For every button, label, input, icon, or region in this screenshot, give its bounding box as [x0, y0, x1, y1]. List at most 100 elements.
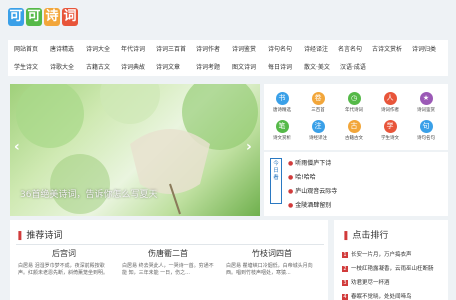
logo-char-4: 词 — [62, 8, 78, 26]
star-icon: ★ — [419, 92, 433, 105]
quick-link-ancient[interactable]: 古 古籍古文 — [342, 120, 366, 141]
poem-card[interactable]: 伤唐衢二首 白居易 终去哭此人，一哭诗一首。穷通不能 知，三年未能 一日，伤之.… — [122, 248, 214, 277]
quick-link-label: 年代诗词 — [345, 108, 363, 113]
quick-link-300[interactable]: 卷 三百首 — [306, 92, 330, 113]
quick-link-label: 诗文赏析 — [273, 136, 291, 141]
nav-item[interactable]: 诗词典故 — [121, 62, 145, 71]
nav-item[interactable]: 网站首页 — [14, 44, 38, 53]
quick-link-label: 学生诗文 — [381, 136, 399, 141]
quick-link-label: 诗句名句 — [417, 136, 435, 141]
poem-card[interactable]: 竹枝词四首 白居易 瞿塘峡口冷烟低，白帝城头月向西。唱到竹枝声咽处，寒猿... — [226, 248, 318, 277]
nav-row-1: 网站首页 唐诗精选 诗词大全 年代诗词 诗词三百首 诗词作者 诗词鉴赏 诗句名句… — [8, 44, 448, 60]
nav-item[interactable]: 诗词鉴赏 — [232, 44, 256, 53]
quick-link-analysis[interactable]: 笔 诗文赏析 — [270, 120, 294, 141]
site-logo[interactable]: 可 可 诗 词 — [8, 6, 86, 40]
nav-item[interactable]: 诗词三百首 — [156, 44, 186, 53]
rank-number: 2 — [342, 266, 348, 272]
hero-caption[interactable]: 36首绝美诗词，告诉你怎么写夏天 — [20, 187, 157, 200]
main-nav: 网站首页 唐诗精选 诗词大全 年代诗词 诗词三百首 诗词作者 诗词鉴赏 诗句名句… — [8, 40, 448, 76]
rank-number: 4 — [342, 294, 348, 300]
quick-link-label: 唐诗精选 — [273, 108, 291, 113]
rank-item[interactable]: 2 一枝红艳露凝香，云雨巫山枉断肠 — [342, 264, 434, 272]
quick-links-grid: 书 唐诗精选 卷 三百首 ◷ 年代诗词 人 诗词作者 ★ 诗词鉴赏 笔 诗文赏析… — [264, 84, 448, 150]
nav-item[interactable]: 学生诗文 — [14, 62, 38, 71]
ranking-title: 点击排行 — [352, 231, 389, 241]
scroll-icon: 卷 — [311, 92, 325, 105]
poem-excerpt: 白居易 终去哭此人，一哭诗一首。穷通不能 知，三年未能 一日，伤之... — [122, 263, 214, 276]
nav-item[interactable]: 唐诗精选 — [50, 44, 74, 53]
bullet-icon: ● — [288, 174, 294, 181]
note-icon: 注 — [311, 120, 325, 133]
nav-item[interactable]: 诗歌大全 — [50, 62, 74, 71]
bullet-icon: ● — [288, 202, 294, 209]
nav-item[interactable]: 诗经译注 — [304, 44, 328, 53]
nav-item[interactable]: 古诗文赏析 — [372, 44, 402, 53]
quick-link-label: 诗词鉴赏 — [417, 108, 435, 113]
scroll-icon: 古 — [347, 120, 361, 133]
quick-link-label: 诗经译注 — [309, 136, 327, 141]
section-title: ❚ 推荐诗词 — [16, 228, 62, 241]
today-tab[interactable]: 今日看 — [270, 158, 282, 204]
rank-text: 长安一片月，万户捣衣声 — [351, 252, 412, 258]
nav-item[interactable]: 名言名句 — [338, 44, 362, 53]
news-item-text: 金陵酒肆留别 — [295, 202, 332, 209]
quick-link-authors[interactable]: 人 诗词作者 — [378, 92, 402, 113]
poem-card[interactable]: 后宫词 白居易 泪湿罗巾梦不成，夜深前殿按歌声。红颜未老恩先断，斜倚薰笼坐到明。 — [18, 248, 110, 277]
news-item-text: 听雨僧庐下诗 — [295, 160, 332, 167]
quick-link-students[interactable]: 学 学生诗文 — [378, 120, 402, 141]
nav-item[interactable]: 图文诗词 — [232, 62, 256, 71]
rank-item[interactable]: 3 劝君更尽一杯酒 — [342, 278, 390, 286]
recommend-panel: ❚ 推荐诗词 后宫词 白居易 泪湿罗巾梦不成，夜深前殿按歌声。红颜未老恩先断，斜… — [10, 220, 328, 300]
nav-row-2: 学生诗文 诗歌大全 古籍古文 诗词典故 诗词文章 诗词考题 图文诗词 每日诗词 … — [8, 62, 448, 78]
clock-icon: ◷ — [347, 92, 361, 105]
hero-carousel[interactable]: ‹ › 36首绝美诗词，告诉你怎么写夏天 — [10, 84, 260, 216]
flag-icon: ❚ — [16, 231, 24, 241]
quick-link-quotes[interactable]: 句 诗句名句 — [414, 120, 438, 141]
ranking-panel: ❚ 点击排行 1 长安一片月，万户捣衣声 2 一枝红艳露凝香，云雨巫山枉断肠 3 劝君… — [334, 220, 448, 300]
rank-number: 1 — [342, 252, 348, 258]
pen-icon: 笔 — [275, 120, 289, 133]
logo-char-3: 诗 — [44, 8, 60, 26]
poem-title[interactable]: 后宫词 — [18, 248, 110, 259]
section-title: ❚ 点击排行 — [342, 228, 388, 241]
quote-icon: 句 — [419, 120, 433, 133]
bullet-icon: ● — [288, 188, 294, 195]
recommend-title: 推荐诗词 — [26, 231, 63, 241]
student-icon: 学 — [383, 120, 397, 133]
nav-item[interactable]: 诗句名句 — [268, 44, 292, 53]
rank-item[interactable]: 1 长安一片月，万户捣衣声 — [342, 250, 412, 258]
quick-link-tang-poems[interactable]: 书 唐诗精选 — [270, 92, 294, 113]
rank-text: 一枝红艳露凝香，云雨巫山枉断肠 — [351, 266, 434, 272]
news-item-text: 庐山观音云际寺 — [295, 188, 338, 195]
news-item[interactable]: ● 听雨僧庐下诗 — [288, 158, 331, 167]
nav-item[interactable]: 年代诗词 — [121, 44, 145, 53]
news-item[interactable]: ● 金陵酒肆留别 — [288, 200, 331, 209]
divider — [16, 244, 324, 245]
rank-item[interactable]: 4 春眠不觉晓，处处闻啼鸟 — [342, 292, 412, 300]
logo-char-1: 可 — [8, 8, 24, 26]
today-news-panel: 今日看 ● 听雨僧庐下诗 ● 哈!哈哈 ● 庐山观音云际寺 ● 金陵酒肆留别 — [264, 152, 448, 216]
poem-excerpt: 白居易 瞿塘峡口冷烟低，白帝城头月向西。唱到竹枝声咽处，寒猿... — [226, 263, 313, 276]
quick-link-era[interactable]: ◷ 年代诗词 — [342, 92, 366, 113]
nav-item[interactable]: 诗词考题 — [196, 62, 220, 71]
carousel-prev-icon[interactable]: ‹ — [14, 139, 20, 155]
quick-link-label: 古籍古文 — [345, 136, 363, 141]
carousel-next-icon[interactable]: › — [246, 139, 252, 155]
poem-title[interactable]: 竹枝词四首 — [226, 248, 318, 259]
nav-item[interactable]: 散文·美文 — [304, 62, 330, 71]
nav-item[interactable]: 汉语·成语 — [340, 62, 366, 71]
quick-link-shijing[interactable]: 注 诗经译注 — [306, 120, 330, 141]
quick-link-appreciation[interactable]: ★ 诗词鉴赏 — [414, 92, 438, 113]
nav-item[interactable]: 诗词归类 — [412, 44, 436, 53]
rank-text: 劝君更尽一杯酒 — [351, 280, 390, 286]
nav-item[interactable]: 诗词文章 — [156, 62, 180, 71]
news-item[interactable]: ● 庐山观音云际寺 — [288, 186, 337, 195]
logo-char-2: 可 — [26, 8, 42, 26]
poem-title[interactable]: 伤唐衢二首 — [122, 248, 214, 259]
nav-item[interactable]: 诗词作者 — [196, 44, 220, 53]
nav-item[interactable]: 古籍古文 — [86, 62, 110, 71]
news-item[interactable]: ● 哈!哈哈 — [288, 172, 316, 181]
quick-link-label: 诗词作者 — [381, 108, 399, 113]
nav-item[interactable]: 每日诗词 — [268, 62, 292, 71]
nav-item[interactable]: 诗词大全 — [86, 44, 110, 53]
